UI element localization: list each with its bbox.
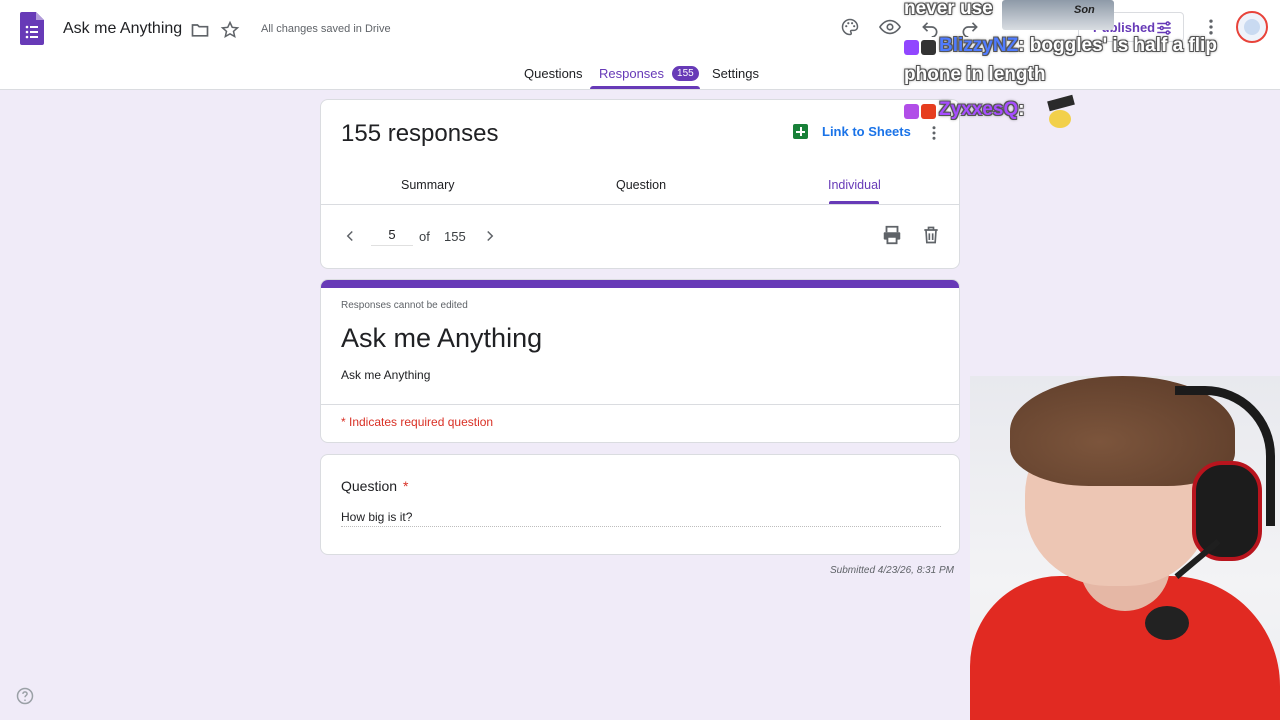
response-count-badge: 155: [672, 66, 699, 81]
save-status: All changes saved in Drive: [261, 23, 391, 35]
chat-text: :: [1018, 99, 1025, 120]
chevron-right-icon[interactable]: [481, 227, 499, 245]
badge-icon: [904, 104, 919, 119]
no-edit-note: Responses cannot be edited: [341, 300, 468, 311]
question-label: Question *: [341, 478, 408, 494]
eye-icon[interactable]: [878, 15, 902, 39]
google-forms-logo[interactable]: [20, 12, 44, 45]
folder-icon[interactable]: [189, 19, 211, 41]
tab-responses[interactable]: Responses 155: [599, 66, 699, 81]
responses-heading: 155 responses: [341, 120, 499, 147]
answer-field: How big is it?: [341, 510, 941, 527]
twitch-badge-icon: [904, 40, 919, 55]
question-card: Question * How big is it?: [320, 454, 960, 555]
submitted-timestamp: Submitted 4/23/26, 8:31 PM: [830, 565, 954, 576]
tab-label: Settings: [712, 66, 759, 81]
required-note: * Indicates required question: [341, 415, 494, 429]
chat-line: never use: [904, 0, 993, 19]
divider: [321, 204, 959, 205]
chat-username: BlizzyNZ: [939, 35, 1019, 56]
trash-icon[interactable]: [921, 224, 941, 246]
sheets-icon: [793, 124, 808, 139]
palette-icon[interactable]: [838, 15, 862, 39]
tab-settings[interactable]: Settings: [712, 66, 759, 81]
microphone: [1145, 606, 1189, 640]
pager-of-label: of: [419, 229, 430, 244]
badge-icon: [921, 104, 936, 119]
response-index-input[interactable]: 5: [371, 224, 413, 246]
headphone-cup: [1192, 461, 1262, 561]
active-tab-indicator: [590, 86, 700, 89]
divider: [321, 404, 959, 405]
tab-label: Questions: [524, 66, 583, 81]
chat-emote: Son: [1002, 0, 1114, 30]
emote-icon: [1047, 94, 1075, 128]
responses-card: 155 responses Link to Sheets Summary Que…: [320, 99, 960, 269]
subtab-question[interactable]: Question: [616, 178, 666, 192]
form-description: Ask me Anything: [341, 368, 431, 382]
question-title: Question: [341, 478, 398, 494]
form-title: Ask me Anything: [341, 323, 543, 353]
print-icon[interactable]: [881, 224, 903, 246]
star-icon[interactable]: [219, 19, 241, 41]
webcam-overlay: [970, 376, 1280, 720]
chat-text: : boggles' is half a flip: [1018, 35, 1217, 56]
badge-icon: [921, 40, 936, 55]
subtab-individual[interactable]: Individual: [828, 178, 881, 192]
tab-label: Responses: [599, 66, 665, 81]
emote-text: Son: [1074, 4, 1095, 16]
chat-message: ZyxxesQ:: [939, 99, 1025, 121]
chat-username: ZyxxesQ: [939, 99, 1019, 120]
pager-total: 155: [444, 229, 466, 244]
chevron-left-icon[interactable]: [341, 227, 359, 245]
tab-questions[interactable]: Questions: [524, 66, 583, 81]
document-title[interactable]: Ask me Anything: [63, 20, 182, 38]
link-to-sheets-button[interactable]: Link to Sheets: [793, 124, 911, 139]
help-icon[interactable]: [15, 686, 35, 706]
chat-message-cont: phone in length: [904, 64, 1046, 85]
accent-bar: [321, 280, 959, 288]
chat-message: BlizzyNZ: boggles' is half a flip: [939, 35, 1217, 57]
link-to-sheets-label: Link to Sheets: [822, 124, 911, 139]
form-header-card: Responses cannot be edited Ask me Anythi…: [320, 279, 960, 443]
subtab-summary[interactable]: Summary: [401, 178, 454, 192]
stream-chat-overlay: never use Son BlizzyNZ: boggles' is half…: [904, 0, 1280, 140]
required-mark: *: [402, 478, 409, 494]
